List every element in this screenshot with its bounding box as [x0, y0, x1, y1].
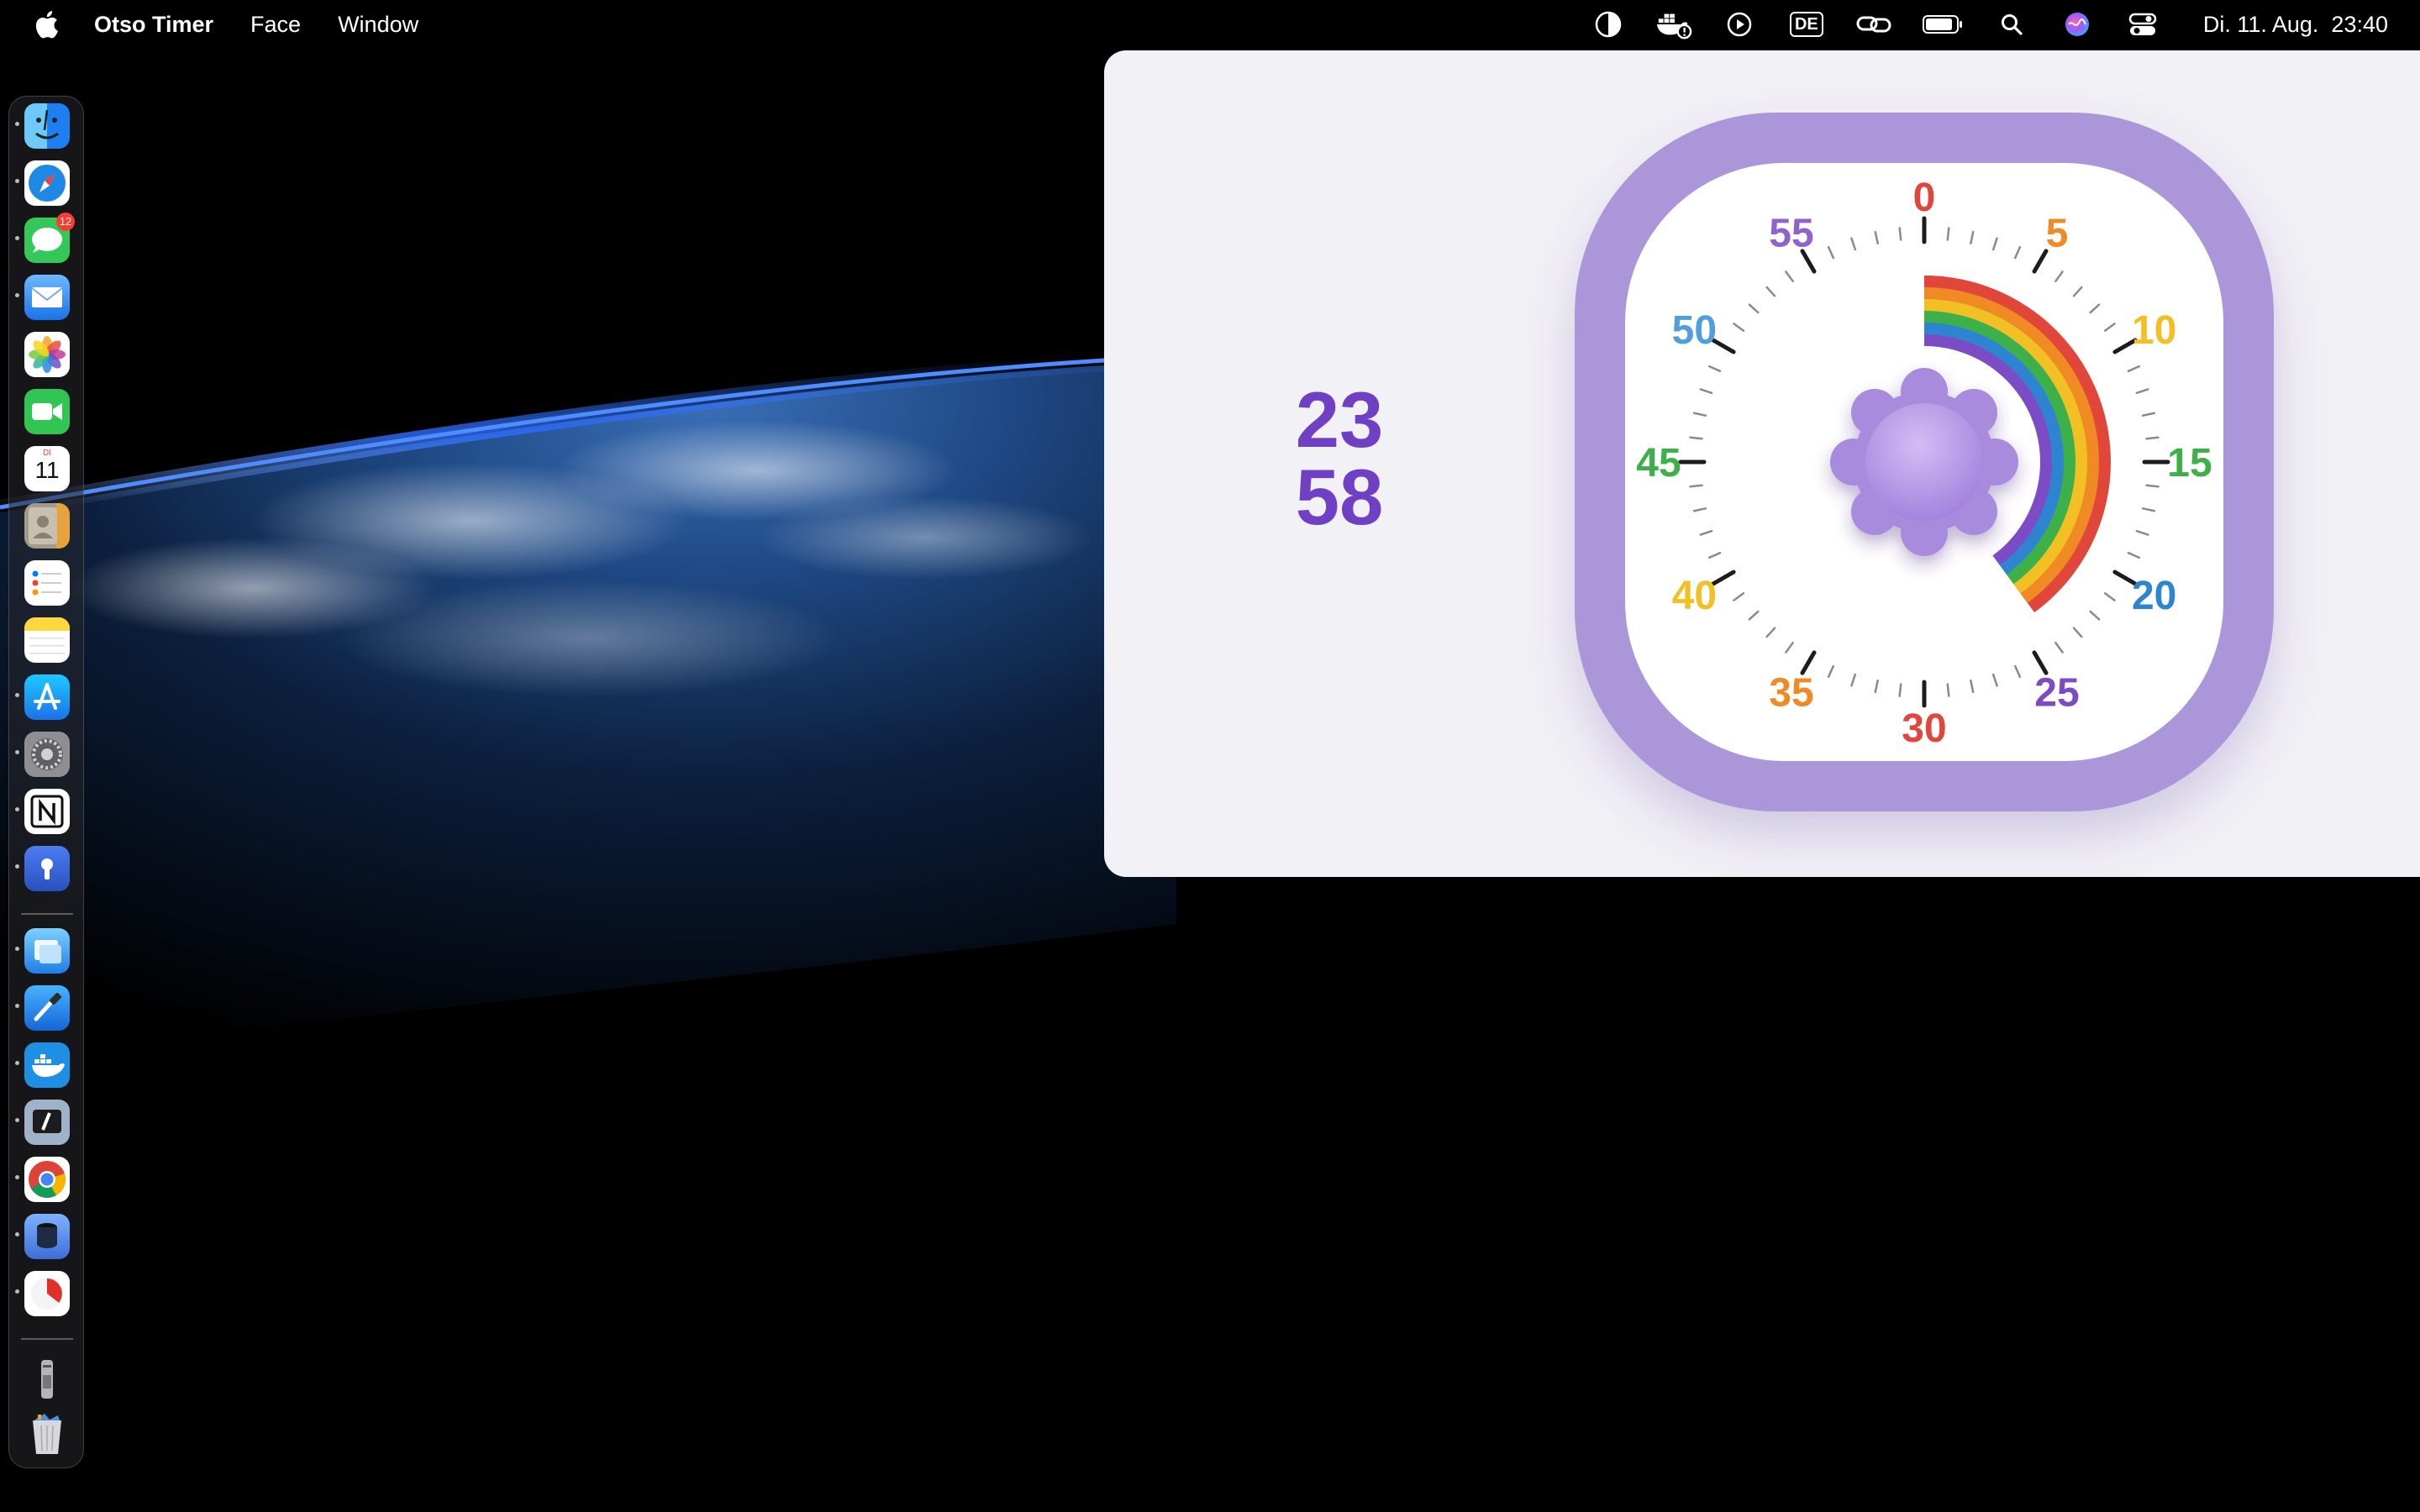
apple-menu-icon[interactable] — [32, 8, 60, 41]
password-manager-icon[interactable] — [24, 846, 70, 891]
remaining-seconds: 58 — [1295, 453, 1384, 541]
minor-tick — [1946, 683, 1950, 697]
minor-tick — [1898, 227, 1902, 241]
dial-label: 20 — [2132, 574, 2176, 618]
running-indicator — [15, 1289, 19, 1294]
search-icon[interactable] — [1993, 6, 2030, 43]
dial-label: 40 — [1672, 574, 1717, 618]
calendar-icon[interactable]: DI 11 — [24, 446, 70, 491]
dial-label: 35 — [1769, 671, 1813, 716]
trash-icon[interactable] — [24, 1412, 70, 1457]
docker-whale-icon[interactable] — [1655, 6, 1692, 43]
running-indicator — [15, 179, 19, 183]
menu-window[interactable]: Window — [338, 12, 418, 38]
running-indicator — [15, 1061, 19, 1065]
running-indicator — [15, 1004, 19, 1008]
notion-icon[interactable] — [24, 789, 70, 834]
running-indicator — [15, 947, 19, 951]
remaining-time-readout: 23 58 — [1255, 375, 1423, 541]
dial-label: 0 — [1913, 176, 1936, 220]
facetime-icon[interactable] — [24, 389, 70, 434]
notes-icon[interactable] — [24, 617, 70, 663]
dial-label: 5 — [2046, 211, 2069, 255]
dial-label: 45 — [1636, 441, 1681, 486]
dark-app-icon[interactable] — [24, 1100, 70, 1145]
calendar-day: 11 — [34, 457, 60, 483]
mail-icon[interactable] — [24, 275, 70, 320]
photos-icon[interactable] — [24, 332, 70, 377]
play-circle-icon[interactable] — [1721, 6, 1758, 43]
keyboard-layout-label: DE — [1789, 12, 1823, 37]
running-indicator — [15, 864, 19, 869]
remaining-minutes: 23 — [1295, 375, 1384, 464]
reminders-icon[interactable] — [24, 560, 70, 606]
docker-icon[interactable] — [24, 1042, 70, 1088]
dock-separator — [21, 1338, 73, 1340]
timer-window[interactable]: 23 58 0 5 10 15 20 25 30 35 40 45 50 55 — [1104, 50, 2420, 877]
running-indicator — [15, 122, 19, 126]
files-app-icon[interactable] — [24, 928, 70, 974]
timer-knob[interactable] — [1830, 368, 2018, 556]
dial-label: 30 — [1902, 706, 1946, 751]
menubar-clock[interactable]: Di. 11. Aug. 23:40 — [2203, 12, 2388, 38]
keyboard-layout-icon[interactable]: DE — [1786, 6, 1827, 43]
dock: 12 DI 11 — [8, 96, 84, 1468]
app-store-icon[interactable] — [24, 675, 70, 720]
menu-face[interactable]: Face — [250, 12, 301, 38]
xcode-icon[interactable] — [24, 985, 70, 1031]
system-settings-icon[interactable] — [24, 732, 70, 777]
downloads-stack-icon[interactable] — [24, 1357, 70, 1402]
contacts-icon[interactable] — [24, 503, 70, 549]
siri-icon[interactable] — [2059, 6, 2096, 43]
dial-label: 55 — [1769, 211, 1813, 255]
running-indicator — [15, 1175, 19, 1179]
running-indicator — [15, 807, 19, 811]
battery-icon[interactable] — [1921, 6, 1965, 43]
running-indicator — [15, 1232, 19, 1236]
running-indicator — [15, 693, 19, 697]
minor-tick — [1946, 227, 1950, 241]
running-indicator — [15, 293, 19, 297]
running-indicator — [15, 236, 19, 240]
running-indicator — [15, 750, 19, 754]
chrome-icon[interactable] — [24, 1157, 70, 1202]
finder-icon[interactable] — [24, 103, 70, 149]
control-center-icon[interactable] — [2124, 6, 2161, 43]
messages-icon[interactable]: 12 — [24, 213, 75, 263]
link-icon[interactable] — [1855, 6, 1892, 43]
dial-label: 15 — [2167, 441, 2212, 486]
notification-badge: 12 — [56, 213, 75, 231]
menu-bar: Otso Timer Face Window DE Di. 11. Aug. 2… — [0, 0, 2420, 49]
minor-tick — [1898, 683, 1902, 697]
timer-app-icon[interactable] — [24, 1271, 70, 1316]
safari-icon[interactable] — [24, 160, 70, 206]
appearance-icon[interactable] — [1590, 6, 1627, 43]
menu-app-name[interactable]: Otso Timer — [94, 12, 213, 38]
dock-separator — [21, 913, 73, 915]
running-indicator — [15, 1118, 19, 1122]
dial-label: 50 — [1672, 308, 1717, 353]
dial-label: 10 — [2132, 308, 2176, 353]
database-app-icon[interactable] — [24, 1214, 70, 1259]
dial-label: 25 — [2034, 671, 2079, 716]
timer-dial[interactable]: 0 5 10 15 20 25 30 35 40 45 50 55 — [1507, 50, 2415, 877]
